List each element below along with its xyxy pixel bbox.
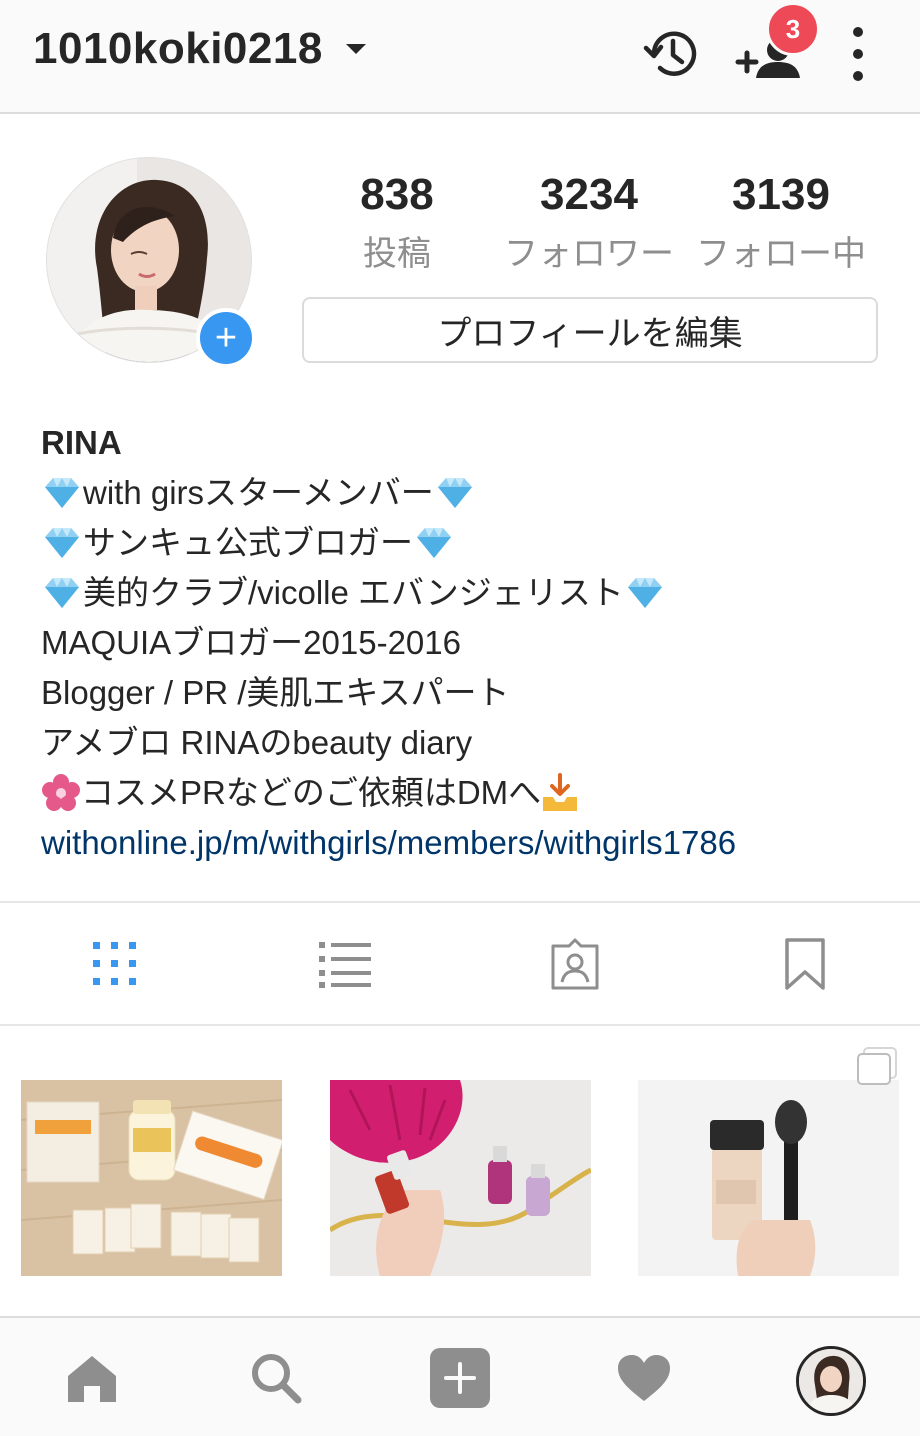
bio-website-link[interactable]: withonline.jp/m/withgirls/members/withgi… [41, 818, 901, 868]
gem-icon [437, 478, 472, 508]
gem-icon [45, 578, 79, 608]
stat-following-label: フォロー中 [696, 235, 866, 273]
bio-line-text: MAQUIAブロガー2015-2016 [41, 624, 461, 661]
stat-following-count: 3139 [732, 170, 830, 219]
multiple-posts-icon [856, 1046, 900, 1086]
bio-line-text: with girsスターメンバー [83, 474, 434, 511]
more-vertical-icon[interactable] [840, 22, 876, 86]
bio-line: 美的クラブ/vicolle エバンジェリスト [41, 568, 901, 618]
search-icon [252, 1354, 302, 1404]
top-bar: 1010koki0218 3 [0, 0, 920, 114]
tab-list[interactable] [230, 903, 460, 1025]
bio-line-text: コスメPRなどのご依頼はDMへ [81, 774, 542, 811]
tab-saved[interactable] [690, 903, 920, 1025]
nav-activity[interactable] [604, 1344, 684, 1412]
bio-line-text: サンキュ公式ブロガー [83, 524, 413, 561]
inbox-tray-icon [543, 773, 578, 811]
stat-followers[interactable]: 3234 フォロワー [494, 170, 684, 275]
tab-tagged[interactable] [460, 903, 690, 1025]
nav-new-post[interactable] [420, 1344, 500, 1412]
stat-posts[interactable]: 838 投稿 [302, 170, 492, 275]
stat-followers-label: フォロワー [504, 235, 674, 273]
flower-icon [42, 774, 80, 811]
profile-tabs [0, 903, 920, 1025]
bio-line: サンキュ公式ブロガー [41, 518, 901, 568]
list-icon [319, 942, 371, 988]
stat-following[interactable]: 3139 フォロー中 [686, 170, 876, 275]
post-thumbnail[interactable] [638, 1080, 899, 1276]
stat-posts-count: 838 [360, 170, 434, 219]
stat-posts-label: 投稿 [363, 235, 431, 273]
profile-bio: RINA with girsスターメンバー サンキュ公式ブロガー 美的クラブ/v… [41, 418, 901, 868]
gem-icon [45, 478, 79, 508]
chevron-down-icon[interactable] [346, 44, 366, 54]
nav-home[interactable] [52, 1344, 132, 1412]
add-story-plus-icon[interactable]: + [196, 308, 256, 368]
account-switcher-username[interactable]: 1010koki0218 [33, 24, 323, 74]
bio-line-text: 美的クラブ/vicolle エバンジェリスト [83, 574, 624, 611]
divider [0, 1024, 920, 1026]
tab-grid[interactable] [0, 903, 230, 1025]
heart-icon [618, 1355, 670, 1401]
gem-icon [45, 528, 79, 558]
post-thumbnail[interactable] [330, 1080, 591, 1276]
home-icon [68, 1356, 116, 1402]
grid-icon [93, 942, 136, 985]
nav-search[interactable] [236, 1344, 316, 1412]
bottom-navigation [0, 1316, 920, 1436]
tagged-person-icon [551, 938, 599, 990]
bio-line: コスメPRなどのご依頼はDMへ [41, 768, 901, 818]
bookmark-icon [785, 938, 825, 990]
post-thumbnail[interactable] [21, 1080, 282, 1276]
nav-profile-avatar[interactable] [796, 1346, 866, 1416]
bio-line-text: Blogger / PR /美肌エキスパート [41, 674, 510, 711]
bio-line: with girsスターメンバー [41, 468, 901, 518]
gem-icon [417, 528, 451, 558]
stat-followers-count: 3234 [540, 170, 638, 219]
notification-badge: 3 [766, 2, 820, 56]
gem-icon [627, 578, 662, 608]
profile-display-name: RINA [41, 424, 122, 461]
history-icon[interactable] [640, 22, 704, 86]
bio-line-text: アメブロ RINAのbeauty diary [41, 724, 473, 761]
plus-square-icon [430, 1348, 490, 1408]
edit-profile-button[interactable]: プロフィールを編集 [302, 297, 878, 363]
